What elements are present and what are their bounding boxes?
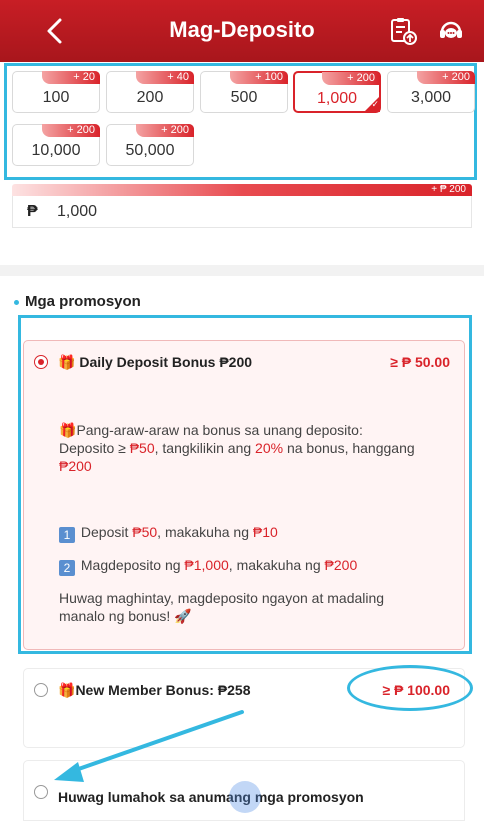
- deposit-record-icon[interactable]: [388, 16, 418, 46]
- amount-bonus-tag: + 20: [42, 71, 100, 84]
- promo-description: 🎁Pang-araw-araw na bonus sa unang deposi…: [59, 422, 415, 474]
- section-divider: [0, 265, 484, 276]
- amount-input-value: 1,000: [57, 203, 98, 220]
- amount-value: 200: [136, 89, 164, 106]
- tap-indicator: [229, 781, 261, 813]
- selected-check-icon: [364, 96, 380, 112]
- amount-bonus-tag: + 200: [417, 71, 475, 84]
- promo-title: 🎁New Member Bonus: ₱258: [58, 682, 251, 698]
- amount-value: 100: [42, 89, 70, 106]
- amount-option-200[interactable]: + 40 200: [106, 71, 194, 113]
- gift-icon: 🎁: [58, 354, 76, 370]
- amount-bonus-tag: + 40: [136, 71, 194, 84]
- amount-option-50000[interactable]: + 200 50,000: [106, 124, 194, 166]
- amount-option-3000[interactable]: + 200 3,000: [387, 71, 475, 113]
- promo-closing: Huwag maghintay, magdeposito ngayon at m…: [59, 590, 385, 624]
- promo-radio-new-member[interactable]: [34, 683, 48, 697]
- promo-title: Huwag lumahok sa anumang mga promosyon: [58, 789, 364, 805]
- promo-radio-daily[interactable]: [34, 355, 48, 369]
- promo-item-2: 2 Magdeposito ng ₱1,000, makakuha ng ₱20…: [59, 556, 357, 576]
- amount-bonus-tag: + 100: [230, 71, 288, 84]
- promo-radio-none[interactable]: [34, 785, 48, 799]
- bonus-progress-tag: + ₱ 200: [431, 184, 466, 195]
- bonus-progress-bar: + ₱ 200: [12, 184, 472, 196]
- amount-bonus-tag: + 200: [42, 124, 100, 137]
- amount-bonus-tag: + 200: [136, 124, 194, 137]
- bullet-icon: [14, 299, 19, 305]
- amount-value: 10,000: [31, 142, 81, 159]
- promo-item-1: 1 Deposit ₱50, makakuha ng ₱10: [59, 523, 278, 543]
- amount-option-500[interactable]: + 100 500: [200, 71, 288, 113]
- amount-option-1000[interactable]: + 200 1,000: [293, 71, 381, 113]
- customer-service-icon[interactable]: [436, 16, 466, 46]
- min-deposit-highlight: [347, 665, 473, 711]
- amount-input[interactable]: ₱ 1,000: [12, 196, 472, 228]
- currency-symbol: ₱: [27, 203, 38, 220]
- promotions-heading: Mga promosyon: [14, 293, 141, 310]
- promo-min-deposit: ≥ ₱ 50.00: [390, 354, 450, 370]
- number-2-icon: 2: [59, 560, 75, 576]
- amount-bonus-tag: + 200: [322, 72, 380, 85]
- amount-value: 500: [230, 89, 258, 106]
- app-header: Mag-Deposito: [0, 0, 484, 62]
- gift-icon: 🎁: [58, 682, 76, 698]
- number-1-icon: 1: [59, 527, 75, 543]
- amount-option-10000[interactable]: + 200 10,000: [12, 124, 100, 166]
- amount-value: 3,000: [410, 89, 452, 106]
- promo-title: 🎁 Daily Deposit Bonus ₱200: [58, 354, 253, 370]
- amount-option-100[interactable]: + 20 100: [12, 71, 100, 113]
- gift-icon: 🎁: [59, 422, 77, 438]
- amount-value: 50,000: [125, 142, 175, 159]
- promo-card-daily[interactable]: 🎁 Daily Deposit Bonus ₱200 ≥ ₱ 50.00 🎁Pa…: [23, 340, 465, 650]
